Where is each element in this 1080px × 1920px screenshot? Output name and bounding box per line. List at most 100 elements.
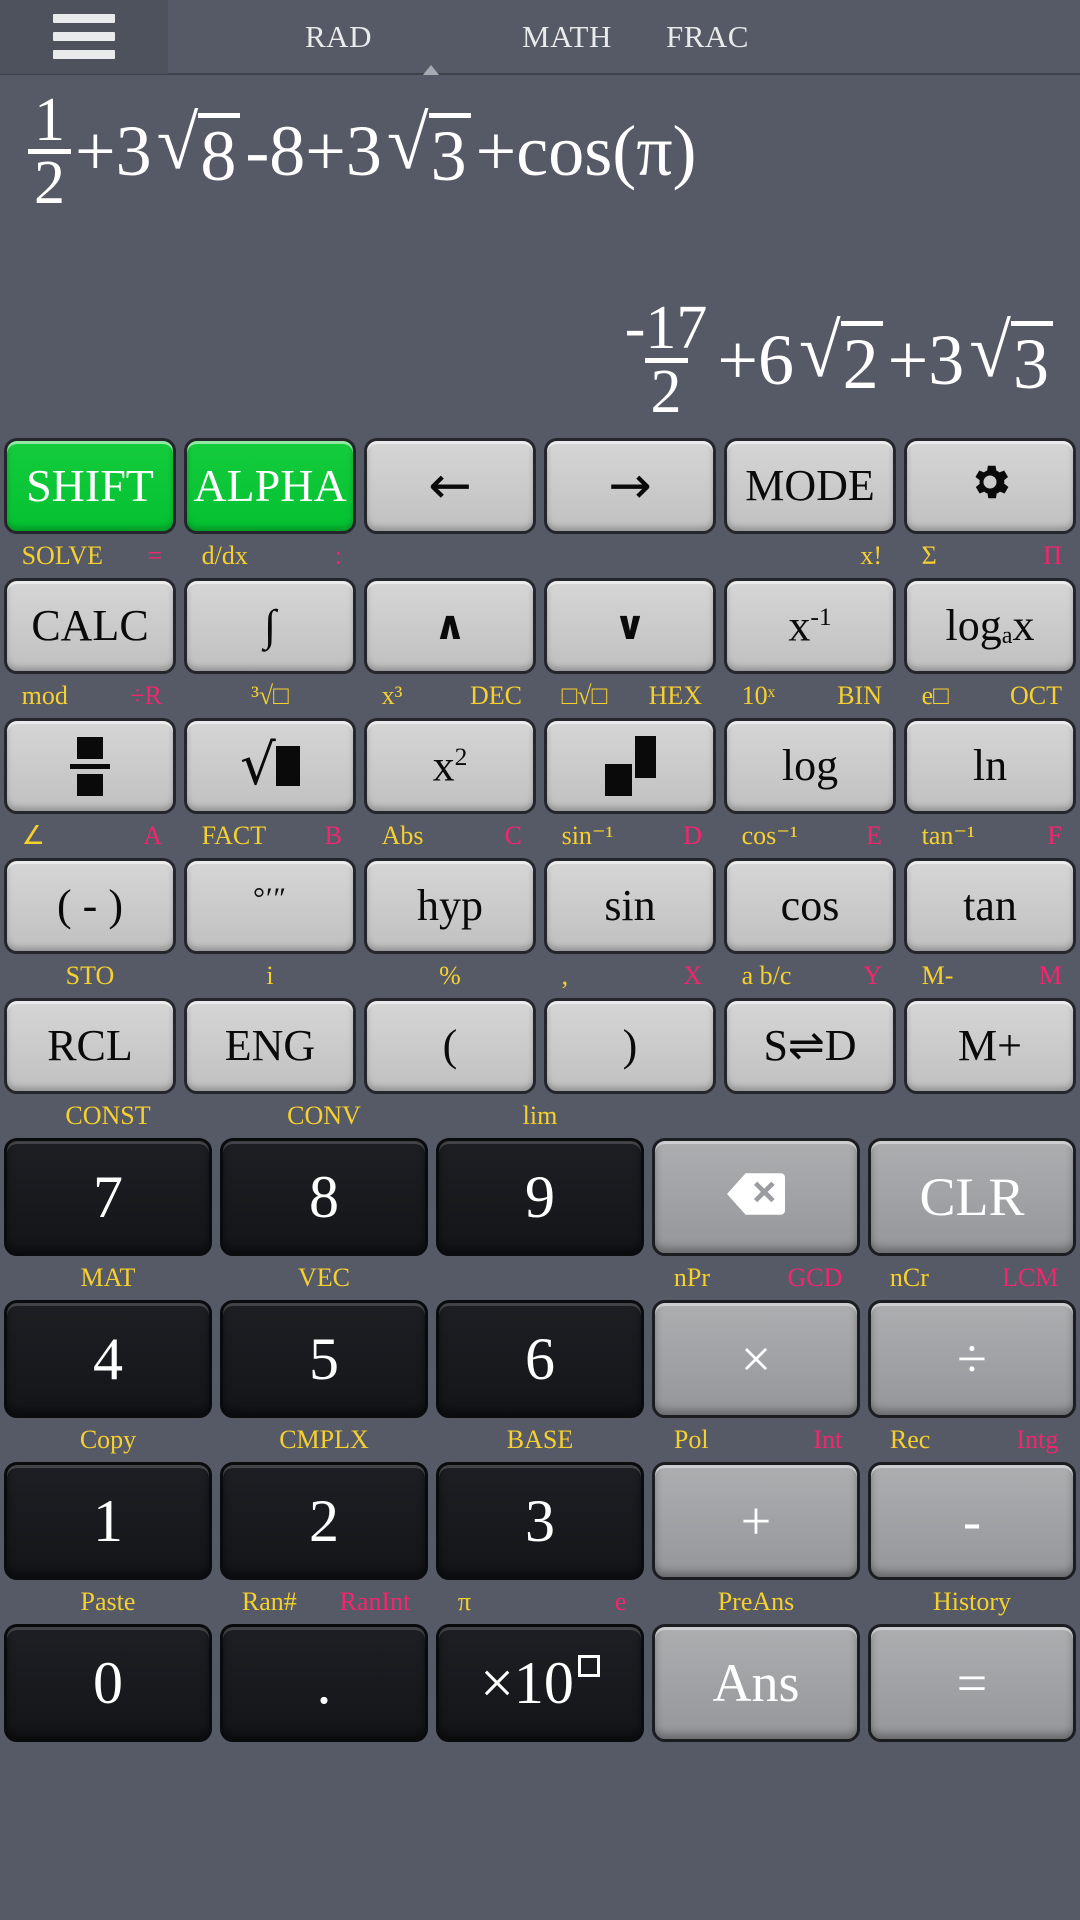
key-hint[interactable]: History bbox=[933, 1589, 1011, 1615]
key-hint[interactable]: lim bbox=[523, 1103, 558, 1129]
key-hint-alpha[interactable]: ÷R bbox=[130, 683, 162, 709]
key-log[interactable]: log bbox=[724, 718, 896, 814]
key-arrow-left[interactable]: ← bbox=[364, 438, 536, 534]
key-paren-open[interactable]: ( bbox=[364, 998, 536, 1094]
key-ln[interactable]: ln bbox=[904, 718, 1076, 814]
key-hint-alpha[interactable]: B bbox=[325, 823, 342, 849]
key-decimal-point[interactable]: . bbox=[220, 1624, 428, 1742]
key-hint-shift[interactable]: tan⁻¹ bbox=[922, 823, 975, 849]
key-alpha[interactable]: ALPHA bbox=[184, 438, 356, 534]
key-hint[interactable]: % bbox=[439, 963, 461, 989]
key-hint-shift[interactable]: □√□ bbox=[562, 683, 608, 709]
key-hint-alpha[interactable]: BIN bbox=[837, 683, 882, 709]
key-cos[interactable]: cos bbox=[724, 858, 896, 954]
key-hint-alpha[interactable]: E bbox=[866, 823, 882, 849]
key-hint-alpha[interactable]: OCT bbox=[1010, 683, 1062, 709]
key-digit-5[interactable]: 5 bbox=[220, 1300, 428, 1418]
key-backspace[interactable] bbox=[652, 1138, 860, 1256]
key-hint-alpha[interactable]: F bbox=[1048, 823, 1062, 849]
key-paren-close[interactable]: ) bbox=[544, 998, 716, 1094]
key-eng[interactable]: ENG bbox=[184, 998, 356, 1094]
key-hint-shift[interactable]: nCr bbox=[890, 1265, 929, 1291]
key-digit-3[interactable]: 3 bbox=[436, 1462, 644, 1580]
key-square[interactable]: x2 bbox=[364, 718, 536, 814]
key-hint-alpha[interactable]: M bbox=[1039, 963, 1062, 989]
key-hint-shift[interactable]: , bbox=[562, 963, 569, 989]
key-hint-alpha[interactable]: : bbox=[335, 543, 342, 569]
key-digit-6[interactable]: 6 bbox=[436, 1300, 644, 1418]
key-hint-alpha[interactable]: DEC bbox=[470, 683, 522, 709]
key-hint[interactable]: Copy bbox=[80, 1427, 136, 1453]
key-arrow-right[interactable]: → bbox=[544, 438, 716, 534]
key-power[interactable] bbox=[544, 718, 716, 814]
key-hint-alpha[interactable]: HEX bbox=[649, 683, 702, 709]
key-mode[interactable]: MODE bbox=[724, 438, 896, 534]
key-hint[interactable]: ³√□ bbox=[251, 683, 289, 709]
key-hint-shift[interactable]: Rec bbox=[890, 1427, 930, 1453]
key-reciprocal[interactable]: x-1 bbox=[724, 578, 896, 674]
key-hint-shift[interactable]: nPr bbox=[674, 1265, 710, 1291]
key-hint-shift[interactable]: e□ bbox=[922, 683, 949, 709]
key-hint-shift[interactable]: Abs bbox=[382, 823, 424, 849]
key-hint-alpha[interactable]: D bbox=[683, 823, 702, 849]
key-hint-shift[interactable]: x³ bbox=[382, 683, 403, 709]
key-digit-0[interactable]: 0 bbox=[4, 1624, 212, 1742]
key-hint-shift[interactable]: ∠ bbox=[22, 823, 45, 849]
key-divide[interactable]: ÷ bbox=[868, 1300, 1076, 1418]
key-hint-shift[interactable]: 10ˣ bbox=[742, 683, 776, 709]
key-digit-1[interactable]: 1 bbox=[4, 1462, 212, 1580]
key-multiply[interactable]: × bbox=[652, 1300, 860, 1418]
key-digit-2[interactable]: 2 bbox=[220, 1462, 428, 1580]
key-hint[interactable]: CONST bbox=[65, 1103, 150, 1129]
key-digit-9[interactable]: 9 bbox=[436, 1138, 644, 1256]
key-hint-shift[interactable]: Pol bbox=[674, 1427, 709, 1453]
key-fraction[interactable] bbox=[4, 718, 176, 814]
key-minus[interactable]: - bbox=[868, 1462, 1076, 1580]
key-digit-7[interactable]: 7 bbox=[4, 1138, 212, 1256]
key-tan[interactable]: tan bbox=[904, 858, 1076, 954]
key-hint-alpha[interactable]: RanInt bbox=[340, 1589, 411, 1615]
key-hint[interactable]: Paste bbox=[81, 1589, 136, 1615]
key-hint-alpha[interactable]: A bbox=[143, 823, 162, 849]
key-arrow-down[interactable]: ∨ bbox=[544, 578, 716, 674]
key-hint[interactable]: VEC bbox=[298, 1265, 350, 1291]
key-digit-8[interactable]: 8 bbox=[220, 1138, 428, 1256]
key-clear[interactable]: CLR bbox=[868, 1138, 1076, 1256]
key-hint-alpha[interactable]: Π bbox=[1043, 543, 1062, 569]
key-hint[interactable]: BASE bbox=[507, 1427, 573, 1453]
key-hint-alpha[interactable]: Int bbox=[814, 1427, 843, 1453]
key-settings[interactable] bbox=[904, 438, 1076, 534]
status-input-mode[interactable]: MATH bbox=[522, 19, 612, 55]
key-sin[interactable]: sin bbox=[544, 858, 716, 954]
key-hint[interactable]: MAT bbox=[81, 1265, 136, 1291]
key-rcl[interactable]: RCL bbox=[4, 998, 176, 1094]
key-degrees-minutes-seconds[interactable]: °′″ bbox=[184, 858, 356, 954]
key-equals[interactable]: = bbox=[868, 1624, 1076, 1742]
key-hint-shift[interactable]: M- bbox=[922, 963, 954, 989]
key-hint-shift[interactable]: a b/c bbox=[742, 963, 792, 989]
key-hint-alpha[interactable]: X bbox=[683, 963, 702, 989]
key-hint[interactable]: PreAns bbox=[718, 1589, 795, 1615]
key-hint-shift[interactable]: Σ bbox=[922, 543, 937, 569]
key-hint-alpha[interactable]: Intg bbox=[1017, 1427, 1059, 1453]
key-digit-4[interactable]: 4 bbox=[4, 1300, 212, 1418]
status-angle-mode[interactable]: RAD bbox=[305, 19, 372, 55]
key-exponent[interactable]: ×10 bbox=[436, 1624, 644, 1742]
key-hint-alpha[interactable]: GCD bbox=[788, 1265, 843, 1291]
key-hint[interactable]: CONV bbox=[287, 1103, 361, 1129]
key-hint-alpha[interactable]: LCM bbox=[1002, 1265, 1058, 1291]
key-hint-shift[interactable]: Ran# bbox=[242, 1589, 297, 1615]
key-hint-shift[interactable]: sin⁻¹ bbox=[562, 823, 614, 849]
key-hint-alpha[interactable]: C bbox=[505, 823, 522, 849]
key-hint-shift[interactable]: FACT bbox=[202, 823, 267, 849]
hamburger-menu-button[interactable] bbox=[0, 0, 168, 74]
key-hint[interactable]: STO bbox=[66, 963, 115, 989]
key-hint-alpha[interactable]: Y bbox=[863, 963, 882, 989]
key-integral[interactable]: ∫ bbox=[184, 578, 356, 674]
key-hint-shift[interactable]: cos⁻¹ bbox=[742, 823, 798, 849]
key-hint-shift[interactable]: d/dx bbox=[202, 543, 248, 569]
key-negative[interactable]: ( - ) bbox=[4, 858, 176, 954]
key-arrow-up[interactable]: ∧ bbox=[364, 578, 536, 674]
key-s-to-d[interactable]: S⇌D bbox=[724, 998, 896, 1094]
key-log-base-a[interactable]: logax bbox=[904, 578, 1076, 674]
